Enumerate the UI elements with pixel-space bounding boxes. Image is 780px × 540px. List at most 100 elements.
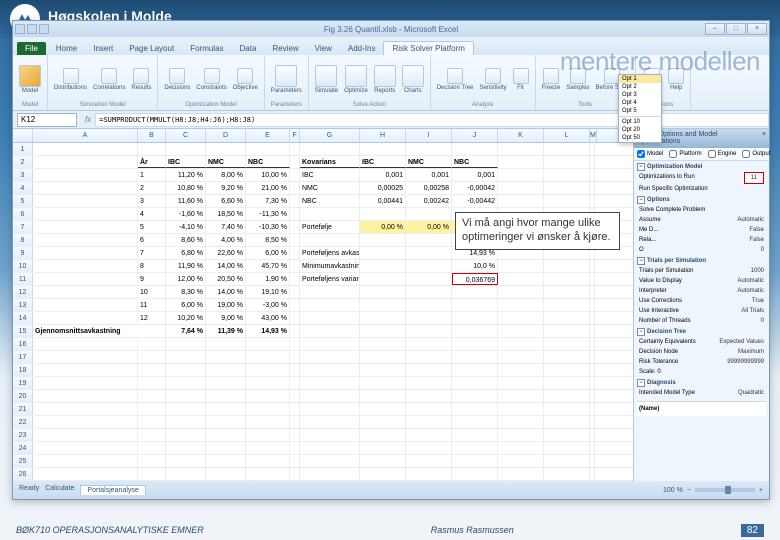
cell[interactable] [33,195,138,207]
cell[interactable] [498,286,544,298]
simulate-button[interactable]: Simulate [313,64,340,95]
cell[interactable] [290,221,300,233]
cell[interactable]: 0,00 % [406,221,452,233]
cell[interactable]: -11,30 % [246,208,290,220]
cell[interactable] [544,260,590,272]
cell[interactable] [300,429,360,441]
cell[interactable] [590,169,595,181]
cell[interactable] [290,156,300,168]
optimize-button[interactable]: Optimize [342,64,370,95]
cell[interactable] [360,338,406,350]
cell[interactable] [290,351,300,363]
cell[interactable] [246,416,290,428]
cell[interactable] [290,286,300,298]
cell[interactable]: 20,50 % [206,273,246,285]
cell[interactable] [360,442,406,454]
cell[interactable] [590,182,595,194]
cell[interactable] [452,286,498,298]
row-header[interactable]: 22 [13,416,33,428]
row-header[interactable]: 15 [13,325,33,337]
cell[interactable] [138,442,166,454]
cell[interactable] [544,273,590,285]
cell[interactable]: 11,39 % [206,325,246,337]
cell[interactable] [166,403,206,415]
col-header[interactable]: M [590,129,597,142]
cell[interactable]: 1 [138,169,166,181]
cell[interactable] [290,312,300,324]
cell[interactable] [290,208,300,220]
cell[interactable] [590,299,595,311]
cell[interactable] [290,299,300,311]
cell[interactable] [590,273,595,285]
cell[interactable] [360,364,406,376]
cell[interactable] [590,312,595,324]
col-header[interactable]: D [206,129,246,142]
cell[interactable] [498,169,544,181]
cell[interactable] [360,299,406,311]
cell[interactable] [406,455,452,467]
cell[interactable] [33,390,138,402]
cell[interactable] [300,312,360,324]
cell[interactable] [360,247,406,259]
row-header[interactable]: 10 [13,260,33,272]
decision-tree-button[interactable]: Decision Tree [435,67,476,92]
cell[interactable] [590,429,595,441]
cell[interactable] [590,455,595,467]
cell[interactable] [544,325,590,337]
cell[interactable]: 7 [138,247,166,259]
cell[interactable] [360,351,406,363]
cell[interactable] [300,455,360,467]
cell[interactable] [590,325,595,337]
sheet-tab[interactable]: Portalsjeanalyse [80,485,145,495]
cell[interactable] [498,299,544,311]
cell[interactable] [406,390,452,402]
cell[interactable] [498,312,544,324]
cell[interactable]: -4,10 % [166,221,206,233]
cell[interactable] [138,364,166,376]
ribbon-tab-formulas[interactable]: Formulas [182,42,231,55]
cell[interactable] [246,351,290,363]
cell[interactable] [406,377,452,389]
cell[interactable] [498,260,544,272]
cell[interactable] [246,442,290,454]
cell[interactable] [300,468,360,480]
panel-tabs[interactable]: ModelPlatformEngineOutput [634,148,769,161]
cell[interactable] [290,429,300,441]
row-header[interactable]: 1 [13,143,33,155]
panel-tab-model[interactable]: Model [637,150,663,158]
cell[interactable] [290,273,300,285]
cell[interactable] [138,377,166,389]
cell[interactable] [33,221,138,233]
cell[interactable] [246,364,290,376]
dropdown-item[interactable]: Opt 5 [619,107,661,115]
cell[interactable] [33,260,138,272]
cell[interactable]: 11 [138,299,166,311]
cell[interactable]: Minimumavkastning [300,260,360,272]
cell[interactable] [590,442,595,454]
cell[interactable] [166,429,206,441]
objective-button[interactable]: Objective [231,67,260,92]
ribbon-tab-data[interactable]: Data [232,42,265,55]
cell[interactable] [498,442,544,454]
cell[interactable] [406,364,452,376]
dropdown-item[interactable]: Opt 50 [619,134,661,142]
cell[interactable] [498,416,544,428]
cell[interactable] [590,156,595,168]
cell[interactable] [360,468,406,480]
row-header[interactable]: 16 [13,338,33,350]
cell[interactable] [33,442,138,454]
cell[interactable] [290,390,300,402]
cell[interactable]: 0,001 [406,169,452,181]
cell[interactable] [406,208,452,220]
cell[interactable]: IBC [360,156,406,168]
cell[interactable]: 14,93 % [246,325,290,337]
cell[interactable] [544,364,590,376]
cell[interactable] [290,442,300,454]
cell[interactable]: 21,00 % [246,182,290,194]
cell[interactable] [33,247,138,259]
minimize-icon[interactable]: – [705,23,725,35]
cell[interactable] [452,299,498,311]
row-header[interactable]: 3 [13,169,33,181]
name-box[interactable]: K12 [17,113,77,127]
cell[interactable]: 18,50 % [206,208,246,220]
